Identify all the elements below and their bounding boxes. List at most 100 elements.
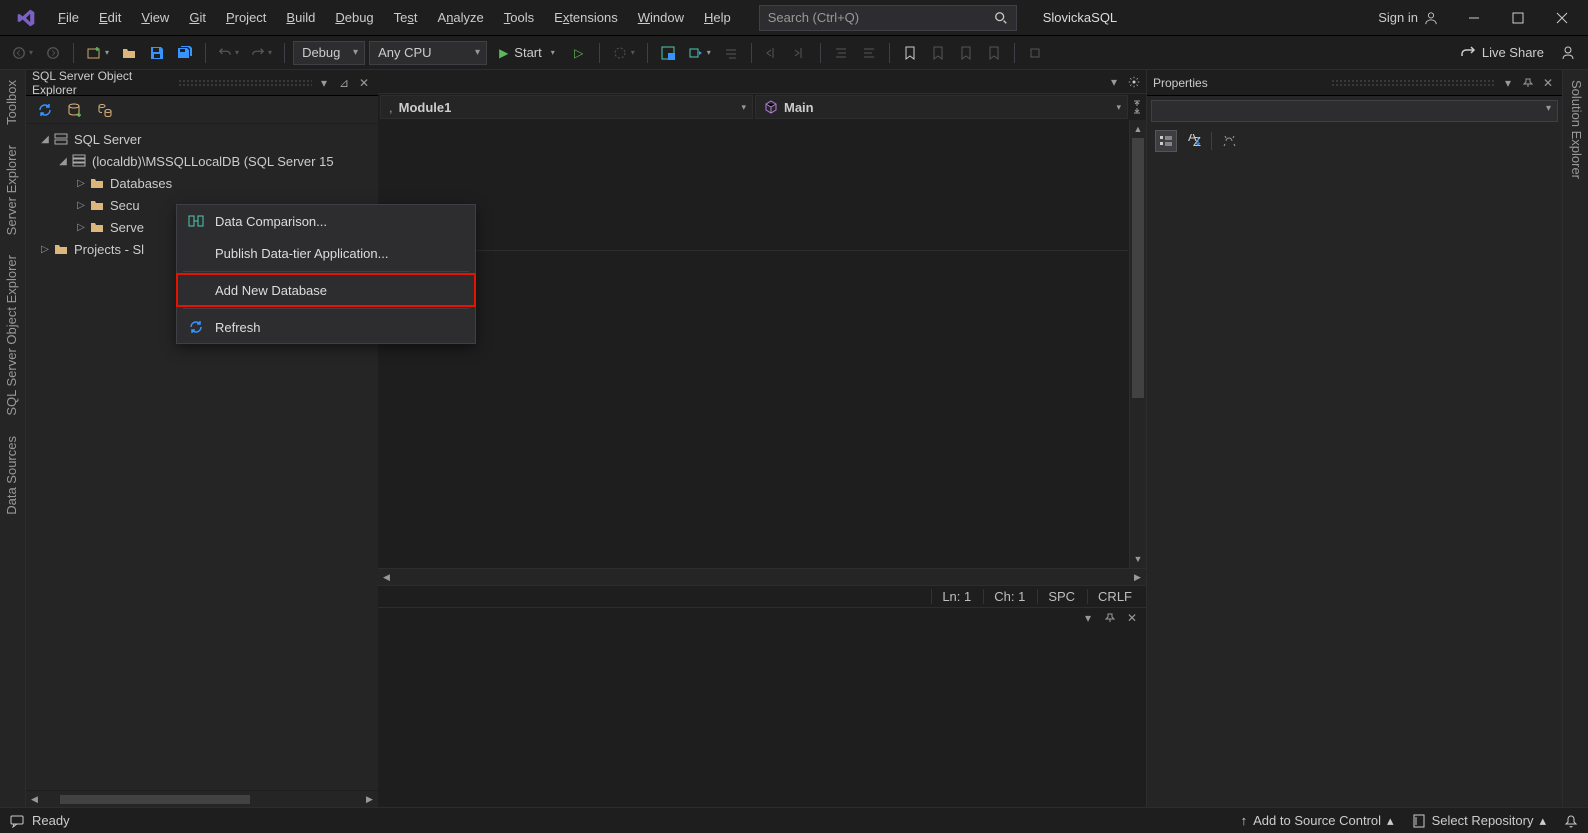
minimize-button[interactable] (1452, 0, 1496, 35)
ctx-separator (183, 271, 469, 272)
tree-sql-server[interactable]: ◢ SQL Server (26, 128, 378, 150)
properties-panel: Properties ▾ ✕ AZ (1146, 70, 1562, 807)
tree-databases[interactable]: ▷ Databases (26, 172, 378, 194)
menu-tools[interactable]: Tools (494, 0, 544, 35)
indent-out-button[interactable] (760, 40, 784, 66)
start-without-debug-button[interactable]: ▷ (567, 40, 591, 66)
forward-button[interactable] (41, 40, 65, 66)
tab-solution-explorer[interactable]: Solution Explorer (1563, 70, 1588, 189)
ctx-refresh[interactable]: Refresh (177, 311, 475, 343)
select-repository-button[interactable]: Select Repository ▴ (1412, 813, 1546, 829)
menu-edit[interactable]: Edit (89, 0, 131, 35)
scroll-left-icon[interactable]: ◀ (378, 569, 395, 586)
search-input[interactable]: Search (Ctrl+Q) (759, 5, 1017, 31)
uncomment-button[interactable] (857, 40, 881, 66)
tab-toolbox[interactable]: Toolbox (0, 70, 25, 135)
menu-git[interactable]: Git (179, 0, 216, 35)
bookmark-button[interactable] (898, 40, 922, 66)
group-button[interactable] (94, 99, 116, 121)
comment-button[interactable] (829, 40, 853, 66)
platform-select[interactable]: Any CPU (369, 41, 487, 65)
toolbar-btn-e[interactable] (1023, 40, 1047, 66)
properties-close-button[interactable]: ✕ (1540, 75, 1556, 91)
refresh-button[interactable] (34, 99, 56, 121)
scroll-up-icon[interactable]: ▲ (1130, 120, 1146, 138)
properties-categorized-button[interactable] (1155, 130, 1177, 152)
status-bar: Ready ↑ Add to Source Control ▴ Select R… (0, 807, 1588, 833)
properties-pin-button[interactable] (1520, 75, 1536, 91)
tab-data-sources[interactable]: Data Sources (0, 426, 25, 525)
feedback-button[interactable] (1556, 40, 1580, 66)
menu-help[interactable]: Help (694, 0, 741, 35)
toolbar-btn-d[interactable] (719, 40, 743, 66)
split-editor-button[interactable] (1130, 96, 1144, 118)
panel-hscroll[interactable]: ◀ ▶ (26, 790, 378, 807)
menu-file[interactable]: File (48, 0, 89, 35)
output-pin-button[interactable] (1102, 610, 1118, 626)
start-debug-button[interactable]: ▶Start▾ (491, 40, 563, 66)
scroll-left-icon[interactable]: ◀ (26, 791, 43, 808)
panel-pin-button[interactable]: ⊿ (336, 75, 352, 91)
tab-sql-server-object-explorer[interactable]: SQL Server Object Explorer (0, 245, 25, 426)
indent-mode[interactable]: SPC (1037, 589, 1085, 604)
editor-settings-button[interactable] (1126, 74, 1142, 90)
output-close-button[interactable]: ✕ (1124, 610, 1140, 626)
scroll-thumb[interactable] (60, 795, 250, 804)
notifications-button[interactable] (1564, 814, 1578, 828)
open-button[interactable] (117, 40, 141, 66)
ctx-add-new-database[interactable]: Add New Database (177, 274, 475, 306)
properties-object-select[interactable] (1151, 100, 1558, 122)
signin-button[interactable]: Sign in (1378, 10, 1438, 25)
bookmark-next-button[interactable] (954, 40, 978, 66)
scroll-right-icon[interactable]: ▶ (1129, 569, 1146, 586)
nav-member-select[interactable]: Main (755, 95, 1128, 119)
output-dropdown-button[interactable]: ▾ (1080, 610, 1096, 626)
toolbar-btn-a[interactable]: ▾ (608, 40, 639, 66)
line-endings[interactable]: CRLF (1087, 589, 1142, 604)
scroll-right-icon[interactable]: ▶ (361, 791, 378, 808)
tree-instance[interactable]: ◢ (localdb)\MSSQLLocalDB (SQL Server 15 (26, 150, 378, 172)
add-server-button[interactable] (64, 99, 86, 121)
menu-build[interactable]: Build (276, 0, 325, 35)
save-all-button[interactable] (173, 40, 197, 66)
redo-button[interactable]: ▾ (247, 40, 276, 66)
properties-alpha-button[interactable]: AZ (1183, 130, 1205, 152)
new-project-button[interactable]: ▾ (82, 40, 113, 66)
bookmark-clear-button[interactable] (982, 40, 1006, 66)
panel-close-button[interactable]: ✕ (356, 75, 372, 91)
menu-debug[interactable]: Debug (325, 0, 383, 35)
editor-dropdown-button[interactable]: ▾ (1106, 74, 1122, 90)
properties-dropdown-button[interactable]: ▾ (1500, 75, 1516, 91)
menu-extensions[interactable]: Extensions (544, 0, 628, 35)
back-button[interactable]: ▾ (8, 40, 37, 66)
menu-window[interactable]: Window (628, 0, 694, 35)
editor-vscrollbar[interactable]: ▲ ▼ (1129, 120, 1146, 568)
close-button[interactable] (1540, 0, 1584, 35)
undo-button[interactable]: ▾ (214, 40, 243, 66)
save-button[interactable] (145, 40, 169, 66)
menu-view[interactable]: View (131, 0, 179, 35)
menu-analyze[interactable]: Analyze (428, 0, 494, 35)
scroll-thumb[interactable] (1132, 138, 1144, 398)
ctx-publish-dacpac[interactable]: Publish Data-tier Application... (177, 237, 475, 269)
editor-hscrollbar[interactable]: ◀ ▶ (378, 568, 1146, 585)
code-editor[interactable]: ▲ ▼ (378, 120, 1146, 568)
config-select[interactable]: Debug (293, 41, 365, 65)
indent-in-button[interactable] (788, 40, 812, 66)
live-share-button[interactable]: Live Share (1460, 45, 1552, 61)
panel-dropdown-button[interactable]: ▾ (316, 75, 332, 91)
bookmark-prev-button[interactable] (926, 40, 950, 66)
refresh-icon (187, 318, 205, 336)
tab-server-explorer[interactable]: Server Explorer (0, 135, 25, 245)
toolbar-btn-b[interactable] (656, 40, 680, 66)
toolbar-btn-c[interactable]: ▾ (684, 40, 715, 66)
scroll-down-icon[interactable]: ▼ (1130, 550, 1146, 568)
properties-events-button[interactable] (1218, 130, 1240, 152)
add-source-control-button[interactable]: ↑ Add to Source Control ▴ (1241, 813, 1394, 829)
ctx-data-comparison[interactable]: Data Comparison... (177, 205, 475, 237)
menu-test[interactable]: Test (384, 0, 428, 35)
nav-module-select[interactable]: ,Module1 (380, 95, 753, 119)
maximize-button[interactable] (1496, 0, 1540, 35)
menu-project[interactable]: Project (216, 0, 276, 35)
chat-icon[interactable] (10, 814, 24, 828)
